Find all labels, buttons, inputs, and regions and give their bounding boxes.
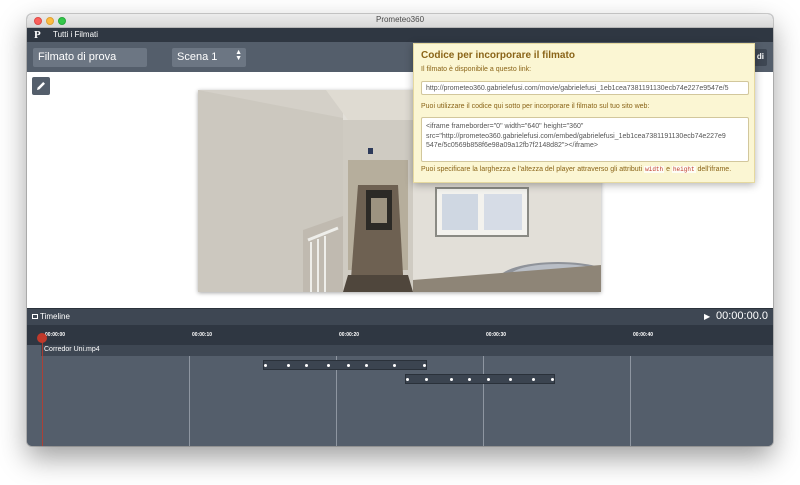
size-note: Puoi specificare la larghezza e l'altezz… bbox=[421, 166, 731, 173]
keyframe[interactable] bbox=[487, 378, 490, 381]
ruler-tick: 00:00:00 bbox=[45, 332, 66, 338]
video-url-field[interactable]: http://prometeo360.gabrielefusi.com/movi… bbox=[421, 81, 749, 95]
scene-select[interactable]: Scena 1 ▲ ▼ bbox=[172, 48, 246, 67]
timeline-clip[interactable] bbox=[405, 374, 555, 384]
embed-code-line: src="http://prometeo360.gabrielefusi.com… bbox=[426, 132, 726, 140]
ruler-tick: 00:00:10 bbox=[192, 332, 213, 338]
timeline-clip[interactable] bbox=[263, 360, 427, 370]
pencil-icon bbox=[37, 82, 45, 90]
timeline-gridline bbox=[483, 345, 484, 446]
timeline-ruler[interactable]: 00:00:00 00:00:10 00:00:20 00:00:30 00:0… bbox=[27, 325, 773, 345]
attr-width-chip: width bbox=[644, 166, 665, 173]
media-file-label: Corredor Uni.mp4 bbox=[44, 346, 100, 353]
film-icon bbox=[32, 314, 38, 319]
embed-code-popover: Codice per incorporare il filmato Il fil… bbox=[413, 43, 755, 183]
size-note-prefix: Puoi specificare la larghezza e l'altezz… bbox=[421, 166, 643, 173]
embed-code-line: <iframe frameborder="0" width="640" heig… bbox=[426, 123, 584, 130]
embed-code-field[interactable]: <iframe frameborder="0" width="640" heig… bbox=[421, 117, 749, 162]
ruler-tick: 00:00:30 bbox=[486, 332, 507, 338]
play-button[interactable]: ▶ bbox=[704, 312, 710, 321]
ruler-tick: 00:00:20 bbox=[339, 332, 360, 338]
timecode-display: 00:00:00.0 bbox=[716, 310, 768, 322]
keyframe[interactable] bbox=[468, 378, 471, 381]
keyframe[interactable] bbox=[393, 364, 396, 367]
popover-title: Codice per incorporare il filmato bbox=[421, 50, 575, 61]
embed-code-line: 547e/5c0569b858f6e98a09a12fb7f2148d82"><… bbox=[426, 142, 598, 149]
up-down-arrows-icon: ▲ ▼ bbox=[235, 49, 242, 62]
app-window: Prometeo360 P Tutti i Filmati Filmato di… bbox=[27, 14, 773, 446]
keyframe[interactable] bbox=[425, 378, 428, 381]
timeline-label: Timeline bbox=[40, 312, 70, 321]
available-link-text: Il filmato è disponibile a questo link: bbox=[421, 66, 532, 73]
keyframe[interactable] bbox=[551, 378, 554, 381]
video-title-field[interactable]: Filmato di prova bbox=[33, 48, 147, 67]
menu-bar: P Tutti i Filmati bbox=[27, 28, 773, 42]
keyframe[interactable] bbox=[264, 364, 267, 367]
timeline-header: Timeline ▶ 00:00:00.0 bbox=[27, 308, 773, 325]
size-note-conj: e bbox=[666, 166, 670, 173]
keyframe[interactable] bbox=[532, 378, 535, 381]
keyframe[interactable] bbox=[450, 378, 453, 381]
keyframe[interactable] bbox=[406, 378, 409, 381]
timeline-gridline bbox=[189, 345, 190, 446]
keyframe[interactable] bbox=[365, 364, 368, 367]
media-track[interactable]: Corredor Uni.mp4 bbox=[41, 345, 773, 356]
keyframe[interactable] bbox=[305, 364, 308, 367]
timeline-gridline bbox=[630, 345, 631, 446]
title-bar: Prometeo360 bbox=[27, 14, 773, 28]
playhead-handle[interactable] bbox=[37, 333, 47, 343]
scene-select-value: Scena 1 bbox=[177, 51, 218, 63]
keyframe[interactable] bbox=[509, 378, 512, 381]
size-note-suffix: dell'iframe. bbox=[697, 166, 732, 173]
ruler-tick: 00:00:40 bbox=[633, 332, 654, 338]
edit-button[interactable] bbox=[32, 77, 50, 95]
menu-all-videos[interactable]: Tutti i Filmati bbox=[53, 30, 98, 39]
keyframe[interactable] bbox=[347, 364, 350, 367]
attr-height-chip: height bbox=[671, 166, 696, 173]
playhead-line bbox=[42, 337, 43, 446]
keyframe[interactable] bbox=[287, 364, 290, 367]
app-logo: P bbox=[34, 29, 41, 41]
timeline-tracks: Corredor Uni.mp4 bbox=[27, 345, 773, 446]
window-title: Prometeo360 bbox=[375, 15, 425, 24]
embed-code-intro: Puoi utilizzare il codice qui sotto per … bbox=[421, 103, 650, 110]
keyframe[interactable] bbox=[423, 364, 426, 367]
keyframe[interactable] bbox=[327, 364, 330, 367]
